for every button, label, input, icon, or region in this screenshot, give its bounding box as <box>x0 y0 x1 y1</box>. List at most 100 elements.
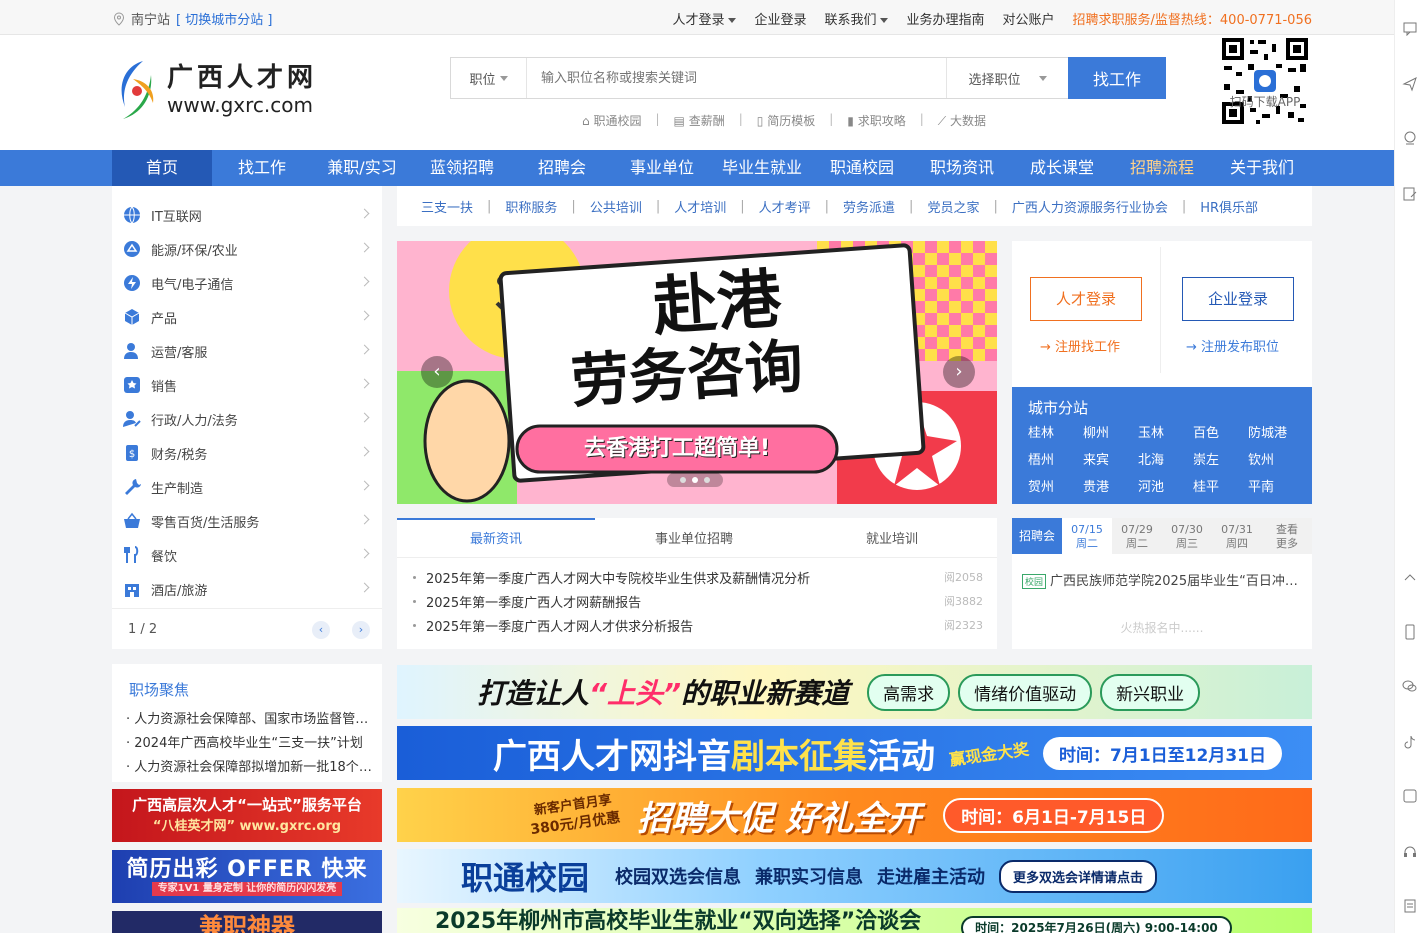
quicklink-resume-template[interactable]: ▯ 简历模板 <box>757 112 815 129</box>
fair-date-tab[interactable]: 07/31 周四 <box>1212 518 1262 554</box>
category-sales[interactable]: 销售 <box>112 368 382 402</box>
tiktok-icon[interactable] <box>1402 734 1418 750</box>
resume-offer-banner[interactable]: 简历出彩 OFFER 快来 专家1V1 量身定制 让你的简历闪闪发亮 <box>112 850 382 903</box>
city-link-hezhou[interactable]: 贺州 <box>1028 477 1083 498</box>
nav-recruit-process[interactable]: 招聘流程 <box>1112 150 1212 186</box>
city-link-hechi[interactable]: 河池 <box>1138 477 1193 498</box>
talent-login-menu[interactable]: 人才登录 <box>672 9 737 28</box>
edit-icon[interactable] <box>1402 186 1418 202</box>
city-link-pingnan[interactable]: 平南 <box>1248 477 1303 498</box>
city-link-guilin[interactable]: 桂林 <box>1028 423 1083 444</box>
city-link-yulin[interactable]: 玉林 <box>1138 423 1193 444</box>
subnav-public-training[interactable]: 公共培训 <box>590 197 642 216</box>
city-link-qinzhou[interactable]: 钦州 <box>1248 450 1303 471</box>
quicklink-job-tips[interactable]: ▮ 求职攻略 <box>847 112 905 129</box>
carousel-dot[interactable] <box>704 477 710 483</box>
talent-login-button[interactable]: 人才登录 <box>1030 277 1142 321</box>
send-icon[interactable] <box>1402 76 1418 92</box>
city-link-beihai[interactable]: 北海 <box>1138 450 1193 471</box>
feedback-icon[interactable] <box>1402 788 1418 804</box>
category-hotel[interactable]: 酒店/旅游 <box>112 572 382 606</box>
campus-banner[interactable]: 职通校园 校园双选会信息 兼职实习信息 走进雇主活动 更多双选会详情请点击 <box>397 849 1312 903</box>
recruit-promo-banner[interactable]: 新客户首月享 380元/月优惠 招聘大促 好礼全开 时间：6月1日-7月15日 <box>397 788 1312 842</box>
carousel-dot[interactable] <box>692 477 698 483</box>
nav-part-time[interactable]: 兼职/实习 <box>312 150 412 186</box>
mobile-icon[interactable] <box>1402 624 1418 640</box>
news-item[interactable]: 2025年第一季度广西人才网人才供求分析报告 阅2323 <box>413 613 987 637</box>
job-type-select[interactable]: 选择职位 <box>946 58 1068 98</box>
city-link-liuzhou[interactable]: 柳州 <box>1083 423 1138 444</box>
campus-more-button[interactable]: 更多双选会详情请点击 <box>999 859 1158 893</box>
subnav-talent-assessment[interactable]: 人才考评 <box>759 197 811 216</box>
subnav-three-support[interactable]: 三支一扶 <box>421 197 473 216</box>
tab-employment-training[interactable]: 就业培训 <box>793 518 991 557</box>
notepad-icon[interactable] <box>1402 898 1418 914</box>
nav-growth-class[interactable]: 成长课堂 <box>1012 150 1112 186</box>
list-item[interactable]: · 人力资源社会保障部、国家市场监督管理总局 <box>126 708 372 732</box>
nav-about-us[interactable]: 关于我们 <box>1212 150 1312 186</box>
carousel-prev-button[interactable]: ‹ <box>421 356 453 388</box>
site-logo[interactable]: 广西人才网 www.gxrc.com <box>113 55 333 125</box>
contact-us-menu[interactable]: 联系我们 <box>824 9 889 28</box>
quicklink-campus[interactable]: ⌂ 职通校园 <box>582 112 641 129</box>
category-admin[interactable]: 行政/人力/法务 <box>112 402 382 436</box>
city-link-wuzhou[interactable]: 梧州 <box>1028 450 1083 471</box>
headset-icon[interactable] <box>1402 844 1418 860</box>
city-link-guiping[interactable]: 桂平 <box>1193 477 1248 498</box>
message-icon[interactable] <box>1402 20 1418 36</box>
nav-graduate[interactable]: 毕业生就业 <box>712 150 812 186</box>
quicklink-salary[interactable]: ▤ 查薪酬 <box>674 112 725 129</box>
news-item[interactable]: 2025年第一季度广西人才网薪酬报告 阅3882 <box>413 589 987 613</box>
city-link-fangchenggang[interactable]: 防城港 <box>1248 423 1303 444</box>
tab-public-recruit[interactable]: 事业单位招聘 <box>595 518 793 557</box>
switch-city-link[interactable]: [ 切换城市分站 ] <box>176 9 272 28</box>
carousel-dot[interactable] <box>680 477 686 483</box>
category-product[interactable]: 产品 <box>112 300 382 334</box>
fair-date-tab[interactable]: 07/29 周二 <box>1112 518 1162 554</box>
nav-find-job[interactable]: 找工作 <box>212 150 312 186</box>
talent-register-link[interactable]: → 注册找工作 <box>1040 336 1120 355</box>
nav-home[interactable]: 首页 <box>112 150 212 186</box>
corporate-account-link[interactable]: 对公账户 <box>1003 9 1055 28</box>
nav-campus[interactable]: 职通校园 <box>812 150 912 186</box>
category-electrical[interactable]: 电气/电子通信 <box>112 266 382 300</box>
chevron-up-icon[interactable] <box>1402 570 1418 586</box>
quicklink-big-data[interactable]: ⟋ 大数据 <box>938 112 986 129</box>
company-login-button[interactable]: 企业登录 <box>1182 277 1294 321</box>
fair-item[interactable]: 校园 广西民族师范学院2025届毕业生“百日冲刺” <box>1022 570 1304 589</box>
service-icon[interactable] <box>1402 130 1418 146</box>
subnav-hr-club[interactable]: HR俱乐部 <box>1200 197 1258 216</box>
douyin-script-banner[interactable]: 广西人才网抖音 剧本征集 活动 赢现金大奖 时间：7月1日至12月31日 <box>397 726 1312 780</box>
city-link-laibin[interactable]: 来宾 <box>1083 450 1138 471</box>
talent-platform-banner[interactable]: 广西高层次人才“一站式”服务平台 “八桂英才网” www.gxrc.org <box>112 789 382 842</box>
category-catering[interactable]: 餐饮 <box>112 538 382 572</box>
company-register-link[interactable]: → 注册发布职位 <box>1186 336 1279 355</box>
city-link-chongzuo[interactable]: 崇左 <box>1193 450 1248 471</box>
nav-public-institution[interactable]: 事业单位 <box>612 150 712 186</box>
search-button[interactable]: 找工作 <box>1068 57 1166 99</box>
carousel-next-button[interactable]: › <box>943 356 975 388</box>
hero-carousel[interactable]: 赴港 劳务咨询 去香港打工超简单! ‹ › <box>397 241 997 504</box>
nav-news[interactable]: 职场资讯 <box>912 150 1012 186</box>
search-category-dropdown[interactable]: 职位 <box>451 58 527 98</box>
tab-latest-news[interactable]: 最新资讯 <box>397 518 595 557</box>
fair-date-tab[interactable]: 07/30 周三 <box>1162 518 1212 554</box>
category-operations[interactable]: 运营/客服 <box>112 334 382 368</box>
business-guide-link[interactable]: 业务办理指南 <box>906 9 984 28</box>
fair-date-tab[interactable]: 07/15 周二 <box>1062 518 1112 554</box>
nav-job-fair[interactable]: 招聘会 <box>512 150 612 186</box>
nav-blue-collar[interactable]: 蓝领招聘 <box>412 150 512 186</box>
subnav-hr-association[interactable]: 广西人力资源服务行业协会 <box>1012 197 1168 216</box>
subnav-talent-training[interactable]: 人才培训 <box>674 197 726 216</box>
news-item[interactable]: 2025年第一季度广西人才网大中专院校毕业生供求及薪酬情况分析 阅2058 <box>413 565 987 589</box>
prev-page-button[interactable]: ‹ <box>312 621 330 639</box>
city-link-guigang[interactable]: 贵港 <box>1083 477 1138 498</box>
subnav-labor-dispatch[interactable]: 劳务派遣 <box>843 197 895 216</box>
category-it[interactable]: IT互联网 <box>112 198 382 232</box>
next-page-button[interactable]: › <box>352 621 370 639</box>
subnav-title-service[interactable]: 职称服务 <box>505 197 557 216</box>
part-time-banner[interactable]: 兼职神器 <box>112 911 382 933</box>
wechat-icon[interactable] <box>1402 678 1418 694</box>
subnav-party-home[interactable]: 党员之家 <box>927 197 979 216</box>
new-career-banner[interactable]: 打造让人 “上头” 的职业新赛道 高需求 情绪价值驱动 新兴职业 <box>397 665 1312 719</box>
